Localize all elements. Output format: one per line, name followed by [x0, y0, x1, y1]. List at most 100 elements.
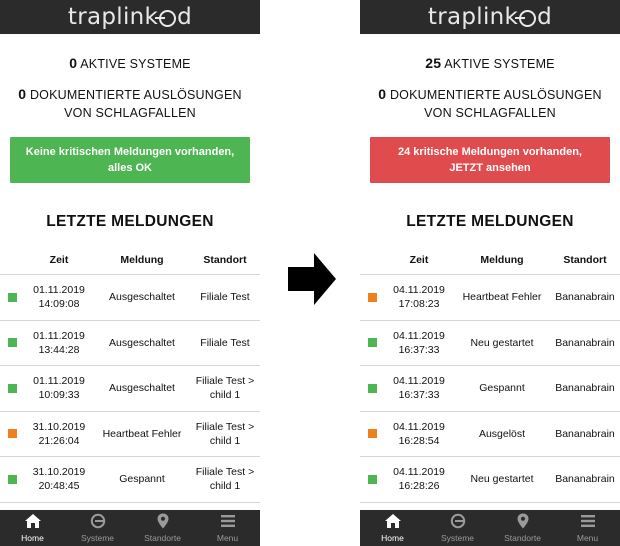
row-location: Bananabrain: [555, 291, 615, 304]
row-timestamp: 31.10.2019 21:26:04: [24, 420, 94, 448]
row-timestamp: 04.11.2019 16:28:26: [384, 465, 454, 493]
status-square-icon: [367, 338, 377, 348]
nav-label: Standorte: [504, 533, 541, 543]
table-row[interactable]: 01.11.2019 14:09:08 Ausgeschaltet Filiale T…: [0, 275, 260, 321]
row-location: Filiale Test > child 1: [195, 466, 255, 493]
nav-item-menu[interactable]: Menu: [195, 510, 260, 546]
logo-mark-icon: [515, 9, 537, 27]
table-row[interactable]: 04.11.2019 16:28:26 Neu gestartet Bananabra…: [360, 457, 620, 503]
row-timestamp: 04.11.2019 17:08:23: [384, 283, 454, 311]
phone-screen-after: traplink d 25 AKTIVE SYSTEME 0 DOKUMENTIE…: [360, 0, 620, 546]
documented-triggers-label: DOKUMENTIERTE AUSLÖSUNGEN VON SCHLAGFALL…: [389, 88, 602, 120]
nav-label: Systeme: [80, 533, 115, 543]
row-time: 16:28:54: [398, 434, 440, 447]
status-alert-text: Keine kritischen Meldungen vorhanden, al…: [25, 146, 235, 174]
table-header: Zeit Meldung Standort: [0, 245, 260, 275]
table-row[interactable]: 04.11.2019 16:37:33 Neu gestartet Bananabra…: [360, 321, 620, 366]
nav-item-systeme[interactable]: Systeme: [65, 510, 130, 546]
row-message: Gespannt: [119, 473, 165, 486]
status-square-icon: [367, 429, 377, 439]
bottom-nav: Home Systeme Standorte Menu: [0, 510, 260, 546]
status-square-icon: [7, 383, 17, 393]
status-square-icon: [7, 292, 17, 302]
row-time: 20:48:45: [38, 480, 80, 493]
row-message: Heartbeat Fehler: [462, 291, 542, 304]
row-time: 16:28:26: [398, 480, 440, 493]
home-icon: [24, 513, 42, 533]
location-pin-icon: [154, 513, 172, 533]
row-date: 01.11.2019: [33, 284, 85, 297]
row-timestamp: 01.11.2019 13:44:28: [24, 329, 94, 357]
status-square-icon: [367, 383, 377, 393]
app-header: traplink d: [0, 0, 260, 34]
row-message: Heartbeat Fehler: [102, 427, 182, 440]
documented-triggers-stat: 0 DOKUMENTIERTE AUSLÖSUNGEN VON SCHLAGFA…: [0, 85, 260, 122]
table-row[interactable]: 04.11.2019 17:08:23 Heartbeat Fehler Banana…: [360, 275, 620, 321]
nav-item-home[interactable]: Home: [360, 510, 425, 546]
row-timestamp: 31.10.2019 20:48:45: [24, 465, 94, 493]
nav-item-systeme[interactable]: Systeme: [425, 510, 490, 546]
active-systems-label: AKTIVE SYSTEME: [444, 57, 555, 71]
status-indicator: [360, 474, 384, 484]
row-timestamp: 04.11.2019 16:28:54: [384, 420, 454, 448]
nav-item-home[interactable]: Home: [0, 510, 65, 546]
bottom-nav: Home Systeme Standorte Menu: [360, 510, 620, 546]
status-indicator: [360, 429, 384, 439]
status-alert-banner[interactable]: 24 kritische Meldungen vorhanden, JETZT …: [370, 137, 610, 183]
nav-label: Systeme: [440, 533, 475, 543]
row-date: 04.11.2019: [393, 284, 445, 297]
recent-messages-table: Zeit Meldung Standort 04.11.2019 17:08:23…: [360, 245, 620, 546]
row-date: 04.11.2019: [393, 375, 445, 388]
systems-icon: [89, 513, 107, 533]
status-square-icon: [7, 338, 17, 348]
nav-item-standorte[interactable]: Standorte: [130, 510, 195, 546]
row-date: 04.11.2019: [393, 420, 445, 433]
hamburger-menu-icon: [219, 513, 237, 533]
nav-item-standorte[interactable]: Standorte: [490, 510, 555, 546]
row-timestamp: 01.11.2019 10:09:33: [24, 374, 94, 402]
table-row[interactable]: 01.11.2019 13:44:28 Ausgeschaltet Filiale T…: [0, 321, 260, 366]
row-date: 04.11.2019: [393, 329, 445, 342]
nav-label: Home: [21, 533, 44, 543]
table-row[interactable]: 01.11.2019 10:09:33 Ausgeschaltet Filiale T…: [0, 366, 260, 412]
arrow-right-icon: [288, 253, 336, 305]
row-time: 21:26:04: [38, 434, 80, 447]
table-row[interactable]: 04.11.2019 16:28:54 Ausgelöst Bananabrain: [360, 412, 620, 457]
row-date: 04.11.2019: [393, 466, 445, 479]
active-systems-label: AKTIVE SYSTEME: [80, 57, 191, 71]
table-header: Zeit Meldung Standort: [360, 245, 620, 275]
header-time: Zeit: [409, 253, 429, 266]
hamburger-menu-icon: [579, 513, 597, 533]
row-timestamp: 01.11.2019 14:09:08: [24, 283, 94, 311]
recent-messages-table: Zeit Meldung Standort 01.11.2019 14:09:08…: [0, 245, 260, 546]
table-row[interactable]: 31.10.2019 20:48:45 Gespannt Filiale Test >…: [0, 457, 260, 503]
status-indicator: [360, 383, 384, 393]
nav-item-menu[interactable]: Menu: [555, 510, 620, 546]
status-square-icon: [367, 474, 377, 484]
status-square-icon: [367, 292, 377, 302]
table-row[interactable]: 31.10.2019 21:26:04 Heartbeat Fehler Filial…: [0, 412, 260, 457]
active-systems-count: 25: [425, 55, 442, 71]
location-pin-icon: [514, 513, 532, 533]
status-indicator: [360, 292, 384, 302]
row-date: 01.11.2019: [33, 375, 85, 388]
status-square-icon: [7, 429, 17, 439]
status-indicator: [0, 292, 24, 302]
row-location: Bananabrain: [555, 427, 615, 440]
header-time: Zeit: [49, 253, 69, 266]
row-date: 31.10.2019: [32, 420, 86, 433]
row-time: 16:37:33: [398, 343, 440, 356]
recent-messages-title: LETZTE MELDUNGEN: [46, 213, 214, 230]
status-square-icon: [7, 474, 17, 484]
row-timestamp: 04.11.2019 16:37:33: [384, 329, 454, 357]
row-location: Filiale Test > child 1: [195, 420, 255, 447]
status-indicator: [0, 383, 24, 393]
logo-mark-icon: [155, 9, 177, 27]
status-alert-banner[interactable]: Keine kritischen Meldungen vorhanden, al…: [10, 137, 250, 183]
row-location: Filiale Test: [200, 291, 250, 304]
table-row[interactable]: 04.11.2019 16:37:33 Gespannt Bananabrain: [360, 366, 620, 412]
status-indicator: [0, 474, 24, 484]
nav-label: Menu: [576, 533, 599, 543]
app-header: traplink d: [360, 0, 620, 34]
row-timestamp: 04.11.2019 16:37:33: [384, 374, 454, 402]
